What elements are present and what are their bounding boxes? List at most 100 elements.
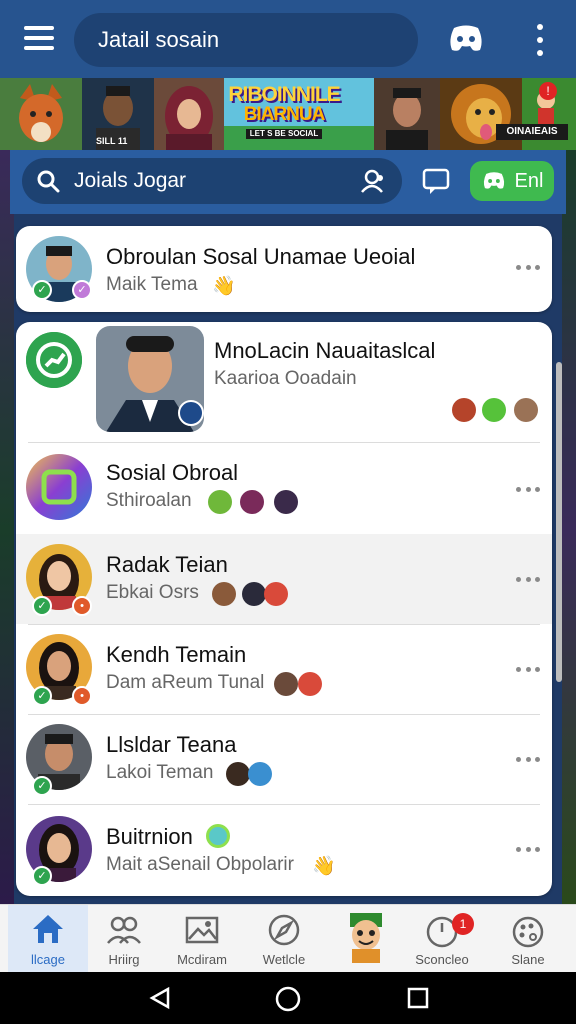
chat-bubble-icon <box>422 168 450 194</box>
list-item[interactable]: MnoLacin Nauaitaslcal Kaarioa Ooadain <box>16 322 552 442</box>
nav-share[interactable]: Slane <box>488 905 568 973</box>
list-item[interactable]: ✓ Buitrnion Mait aSenail Obpolarir 👋 <box>16 804 552 896</box>
discord-button[interactable] <box>446 22 486 56</box>
divider <box>28 442 540 443</box>
pinned-chat-card[interactable]: ✓ ✓ Obroulan Sosal Unamae Ueoial Maik Te… <box>16 226 552 312</box>
banner-tile-man-2 <box>374 78 440 150</box>
dot <box>516 576 521 582</box>
participant-avatar <box>514 398 538 422</box>
participant-avatar <box>226 762 250 786</box>
participant-avatar <box>452 398 476 422</box>
bottom-navigation: llcage Hriirg Mcdiram Wetlcle 1 Sconcleo… <box>0 904 576 973</box>
chat-button[interactable] <box>420 166 452 196</box>
dot <box>537 50 543 56</box>
chat-subtitle: Lakoi Teman <box>106 762 214 783</box>
nav-label: llcage <box>31 952 65 967</box>
nav-notifications[interactable]: 1 Sconcleo <box>402 905 482 973</box>
dot <box>516 756 521 762</box>
nav-explore[interactable]: Wetlcle <box>244 905 324 973</box>
app-title-pill[interactable]: Jatail sosain <box>74 13 418 67</box>
app-logo <box>26 332 82 388</box>
chat-name: Kendh Temain <box>106 642 247 667</box>
image-icon <box>185 916 219 944</box>
dot <box>537 37 543 43</box>
menu-line <box>24 26 54 30</box>
nav-label: Hriirg <box>108 952 140 967</box>
overflow-menu-button[interactable] <box>530 24 550 56</box>
chat-subtitle: Maik Tema <box>106 274 198 295</box>
dot <box>516 846 521 852</box>
status-emoji <box>206 824 230 848</box>
chat-list-card: MnoLacin Nauaitaslcal Kaarioa Ooadain So… <box>16 322 552 896</box>
dot <box>537 24 543 30</box>
dot <box>525 486 531 492</box>
list-item[interactable]: ✓ • Kendh Temain Dam aReum Tunal <box>16 624 552 714</box>
participant-avatar <box>264 582 288 606</box>
dot <box>516 264 521 270</box>
banner-alert-badge: ! <box>539 82 557 100</box>
list-item[interactable]: ✓ • Radak Teian Ebkai Osrs <box>16 534 552 624</box>
scrollbar[interactable] <box>556 362 562 682</box>
nav-profile[interactable] <box>326 905 406 973</box>
wave-emoji: 👋 <box>312 856 336 877</box>
dot <box>525 576 531 582</box>
chat-subtitle: Mait aSenail Obpolarir <box>106 854 294 875</box>
nav-home[interactable]: llcage <box>8 905 88 973</box>
verified-check-icon: ✓ <box>32 866 52 886</box>
participant-avatar <box>482 398 506 422</box>
back-icon[interactable] <box>148 986 172 1010</box>
row-more-button[interactable] <box>516 574 540 584</box>
dot <box>525 846 531 852</box>
group-avatar <box>26 454 92 520</box>
dot <box>535 264 540 270</box>
nav-friends[interactable]: Hriirg <box>84 905 164 973</box>
notification-badge: 1 <box>452 913 474 935</box>
list-item[interactable]: Sosial Obroal Sthiroalan <box>16 444 552 534</box>
banner-tile-man: SILL 11 <box>82 78 154 150</box>
banner-tile-fox <box>0 78 82 150</box>
participant-avatar <box>240 490 264 514</box>
hamburger-menu-button[interactable] <box>24 26 54 50</box>
list-item[interactable]: ✓ Llsldar Teana Lakoi Teman <box>16 714 552 804</box>
recents-icon[interactable] <box>406 986 430 1010</box>
menu-line <box>24 36 54 40</box>
compass-icon <box>268 914 300 946</box>
verified-check-icon: ✓ <box>32 686 52 706</box>
chat-subtitle: Kaarioa Ooadain <box>214 368 357 389</box>
people-icon[interactable] <box>360 168 388 194</box>
background-art-left <box>0 150 14 910</box>
banner-logo: RIBOINNILE BIARNUA LET S BE SOCIAL <box>214 84 354 144</box>
nav-media[interactable]: Mcdiram <box>162 905 242 973</box>
nav-label: Slane <box>511 952 545 967</box>
palette-icon <box>512 916 544 948</box>
banner-tile-caption: SILL 11 <box>96 136 128 146</box>
home-circle-icon[interactable] <box>275 986 301 1012</box>
phone-icon <box>26 332 82 388</box>
row-more-button[interactable] <box>516 484 540 494</box>
dot <box>535 486 540 492</box>
verified-check-icon: ✓ <box>32 596 52 616</box>
mini-avatar <box>178 400 204 426</box>
row-more-button[interactable] <box>516 754 540 764</box>
search-input[interactable]: Joials Jogar <box>22 158 402 204</box>
dot <box>535 756 540 762</box>
participant-avatar <box>248 762 272 786</box>
menu-line <box>24 46 54 50</box>
nav-label: Mcdiram <box>177 952 227 967</box>
wave-emoji: 👋 <box>212 276 236 297</box>
top-app-bar: Jatail sosain <box>0 0 576 78</box>
join-button[interactable]: Enl <box>470 161 554 201</box>
dot <box>535 666 540 672</box>
chat-subtitle: Sthiroalan <box>106 490 192 511</box>
nav-label: Sconcleo <box>415 952 469 967</box>
banner-tag: OINAIEAIS <box>496 124 568 140</box>
home-icon <box>33 915 63 943</box>
row-more-button[interactable] <box>516 664 540 674</box>
chat-name: MnoLacin Nauaitaslcal <box>214 338 436 363</box>
app-title: Jatail sosain <box>98 27 220 52</box>
chat-name: Llsldar Teana <box>106 732 237 757</box>
row-more-button[interactable] <box>516 262 540 272</box>
chat-name: Buitrnion <box>106 824 193 849</box>
dot <box>535 576 540 582</box>
row-more-button[interactable] <box>516 844 540 854</box>
